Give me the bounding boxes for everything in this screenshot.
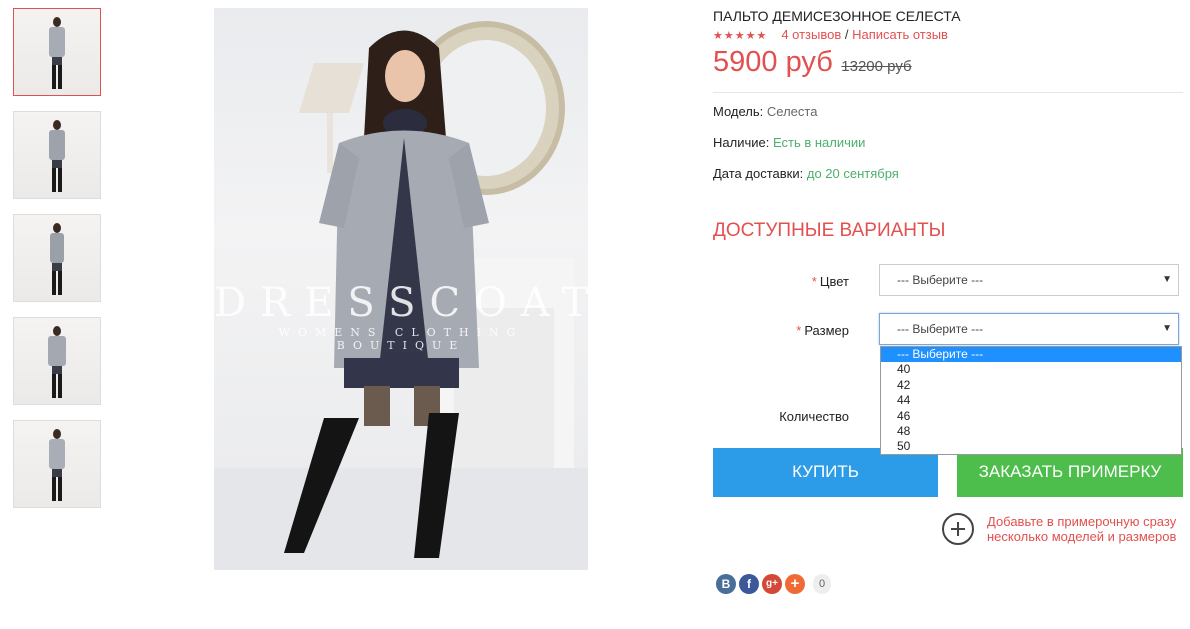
thumbnail-5[interactable]: [13, 420, 101, 508]
model-value: Селеста: [766, 104, 818, 119]
write-review-link[interactable]: Написать отзыв: [852, 27, 948, 42]
size-option[interactable]: 50: [881, 439, 1181, 454]
size-option[interactable]: 40: [881, 362, 1181, 377]
watermark-subtitle: WOMENS CLOTHING BOUTIQUE: [278, 326, 524, 352]
quantity-label: Количество: [779, 409, 849, 424]
rating-row: ★★★★★ 4 отзывов / Написать отзыв: [713, 27, 948, 42]
thumbnail-1[interactable]: [13, 8, 101, 96]
watermark-title: DRESSCOAT: [214, 280, 588, 326]
size-label: * Размер: [713, 323, 849, 338]
reviews-link[interactable]: 4 отзывов: [781, 27, 841, 42]
size-dropdown-list: --- Выберите --- 40 42 44 46 48 50: [880, 346, 1182, 455]
chevron-down-icon: ▼: [1162, 274, 1172, 285]
rating-stars: ★★★★★: [713, 30, 768, 42]
thumbnail-figure: [50, 223, 64, 295]
stock-label: Наличие:: [713, 135, 770, 150]
price-old: 13200 руб: [841, 58, 912, 75]
delivery-row: Дата доставки: до 20 сентября: [713, 166, 899, 181]
size-option[interactable]: 46: [881, 409, 1181, 424]
delivery-value: до 20 сентября: [806, 166, 899, 181]
share-count-badge: 0: [813, 574, 831, 594]
thumbnail-2[interactable]: [13, 111, 101, 199]
thumbnail-3[interactable]: [13, 214, 101, 302]
delivery-label: Дата доставки:: [713, 166, 804, 181]
order-fitting-button[interactable]: ЗАКАЗАТЬ ПРИМЕРКУ: [957, 448, 1183, 497]
divider: [713, 92, 1183, 93]
price-current: 5900 руб: [713, 46, 833, 78]
stock-value: Есть в наличии: [772, 135, 866, 150]
required-mark: *: [811, 274, 817, 289]
model-row: Модель: Селеста: [713, 104, 817, 119]
model-label: Модель:: [713, 104, 764, 119]
thumbnail-figure: [49, 120, 65, 192]
color-select-value: --- Выберите ---: [897, 273, 984, 287]
add-to-fitting-plus-icon[interactable]: [942, 513, 974, 545]
size-select-value: --- Выберите ---: [897, 322, 984, 336]
product-title: ПАЛЬТО ДЕМИСЕЗОННОЕ СЕЛЕСТА: [713, 8, 961, 24]
rating-separator: /: [844, 27, 849, 42]
size-label-text: Размер: [804, 323, 849, 338]
size-option[interactable]: --- Выберите ---: [881, 347, 1181, 363]
color-label-text: Цвет: [819, 274, 849, 289]
google-plus-icon[interactable]: g+: [762, 574, 782, 594]
color-select[interactable]: --- Выберите --- ▼: [879, 264, 1179, 296]
size-option[interactable]: 42: [881, 378, 1181, 393]
vk-icon[interactable]: B: [716, 574, 736, 594]
color-label: * Цвет: [713, 274, 849, 289]
size-select[interactable]: --- Выберите --- ▼: [879, 313, 1179, 345]
thumbnail-figure: [48, 326, 66, 398]
size-option[interactable]: 44: [881, 393, 1181, 408]
required-mark: *: [796, 323, 802, 338]
more-share-icon[interactable]: +: [785, 574, 805, 594]
stock-row: Наличие: Есть в наличии: [713, 135, 865, 150]
price-block: 5900 руб 13200 руб: [713, 46, 912, 79]
size-option[interactable]: 48: [881, 424, 1181, 439]
thumbnail-4[interactable]: [13, 317, 101, 405]
main-product-image[interactable]: DRESSCOAT WOMENS CLOTHING BOUTIQUE: [214, 8, 588, 570]
options-heading: ДОСТУПНЫЕ ВАРИАНТЫ: [713, 220, 946, 241]
buy-button[interactable]: КУПИТЬ: [713, 448, 938, 497]
facebook-icon[interactable]: f: [739, 574, 759, 594]
fitting-note[interactable]: Добавьте в примерочную сразу несколько м…: [987, 514, 1183, 544]
thumbnail-figure: [49, 429, 65, 501]
thumbnail-figure: [49, 17, 65, 89]
chevron-down-icon: ▼: [1162, 323, 1172, 334]
thumbnail-list: [13, 8, 101, 523]
